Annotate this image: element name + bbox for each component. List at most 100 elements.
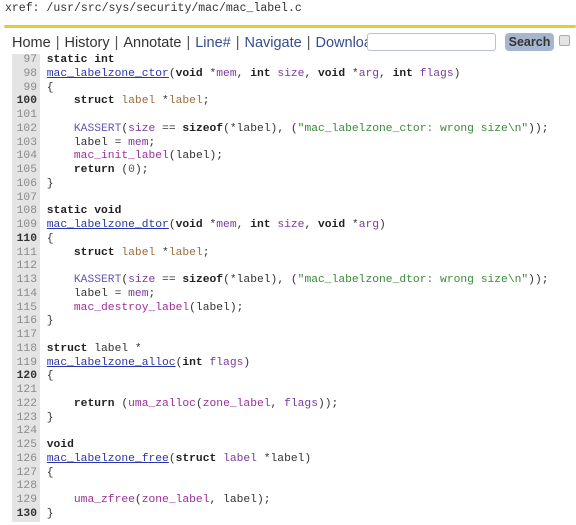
- keyword: return: [73, 164, 115, 176]
- line-number-link[interactable]: 130: [12, 507, 40, 522]
- type-name[interactable]: label: [169, 95, 203, 107]
- identifier[interactable]: flags: [210, 357, 244, 369]
- code-line: 113 KASSERT(size == sizeof(*label), ("ma…: [12, 274, 576, 288]
- nav-history-link[interactable]: History: [64, 35, 109, 51]
- nav-separator: |: [55, 35, 60, 51]
- line-number-link[interactable]: 107: [12, 191, 40, 206]
- code-text: KASSERT(size == sizeof(*label), ("mac_la…: [40, 123, 549, 137]
- line-number-link[interactable]: 113: [12, 274, 40, 288]
- code-fragment: (label);: [168, 150, 224, 163]
- line-number-link[interactable]: 129: [12, 494, 40, 508]
- line-number-link[interactable]: 109: [12, 219, 40, 233]
- function-definition-link[interactable]: mac_labelzone_alloc: [47, 357, 176, 369]
- macro-name[interactable]: KASSERT: [74, 123, 121, 135]
- function-call[interactable]: zone_label: [203, 398, 271, 410]
- code-fragment: *: [202, 219, 217, 231]
- identifier[interactable]: arg: [359, 68, 379, 80]
- line-number-link[interactable]: 108: [12, 205, 40, 219]
- line-number-link[interactable]: 116: [12, 315, 40, 329]
- line-number-link[interactable]: 126: [12, 452, 40, 467]
- code-fragment: }: [46, 507, 54, 520]
- code-fragment: , label);: [209, 494, 271, 506]
- code-text: uma_zfree(zone_label, label);: [40, 494, 271, 508]
- code-line: 121: [12, 384, 576, 398]
- search-option-checkbox[interactable]: [559, 35, 570, 46]
- line-number-link[interactable]: 124: [12, 425, 40, 439]
- nav-line-numbers-link[interactable]: Line#: [195, 35, 230, 51]
- code-line: 101: [12, 109, 576, 123]
- line-number-link[interactable]: 98: [12, 67, 40, 82]
- line-number-link[interactable]: 97: [12, 54, 40, 68]
- type-name[interactable]: label: [121, 95, 155, 107]
- function-definition-link[interactable]: mac_labelzone_free: [47, 453, 169, 465]
- line-number-link[interactable]: 121: [12, 384, 40, 398]
- nav-navigate-link[interactable]: Navigate: [244, 35, 301, 51]
- line-number-link[interactable]: 104: [12, 150, 40, 164]
- code-fragment: ,: [304, 219, 318, 231]
- code-fragment: ): [453, 67, 461, 80]
- code-text: static void: [40, 205, 122, 219]
- identifier[interactable]: mem: [216, 219, 236, 231]
- line-number-link[interactable]: 101: [12, 109, 40, 123]
- type-name[interactable]: label: [121, 247, 155, 259]
- line-number-link[interactable]: 103: [12, 136, 40, 151]
- function-call[interactable]: mac_destroy_label: [74, 302, 189, 314]
- function-definition-link[interactable]: mac_labelzone_ctor: [47, 68, 169, 80]
- code-line: 127 {: [12, 466, 576, 481]
- line-number-link[interactable]: 112: [12, 260, 40, 274]
- line-number-link[interactable]: 122: [12, 397, 40, 412]
- code-fragment: ): [379, 219, 386, 231]
- function-call[interactable]: uma_zalloc: [128, 398, 196, 410]
- function-call[interactable]: zone_label: [142, 494, 210, 506]
- code-text: }: [40, 315, 54, 329]
- nav-separator: |: [235, 35, 240, 51]
- search-button[interactable]: Search: [505, 33, 554, 51]
- identifier[interactable]: size: [128, 123, 155, 135]
- line-number-link[interactable]: 120: [12, 370, 40, 384]
- line-number-link[interactable]: 100: [12, 95, 40, 109]
- line-number-link[interactable]: 119: [12, 356, 40, 371]
- line-number-link[interactable]: 114: [12, 287, 40, 302]
- code-fragment: (: [168, 452, 176, 465]
- identifier[interactable]: size: [128, 274, 155, 286]
- function-call[interactable]: uma_zfree: [74, 494, 135, 506]
- code-fragment: [47, 164, 74, 176]
- identifier[interactable]: label: [223, 453, 257, 465]
- line-number-link[interactable]: 115: [12, 301, 40, 316]
- line-number-link[interactable]: 128: [12, 480, 40, 494]
- identifier[interactable]: size: [277, 219, 304, 231]
- line-number-link[interactable]: 125: [12, 439, 40, 453]
- identifier[interactable]: mem: [128, 288, 148, 300]
- search-input[interactable]: [367, 33, 496, 51]
- function-definition-link[interactable]: mac_labelzone_dtor: [47, 219, 169, 231]
- line-number-link[interactable]: 118: [12, 342, 40, 357]
- identifier[interactable]: mem: [128, 137, 148, 149]
- line-number-link[interactable]: 102: [12, 122, 40, 137]
- line-number-link[interactable]: 110: [12, 232, 40, 247]
- identifier[interactable]: arg: [359, 219, 379, 231]
- line-number-link[interactable]: 123: [12, 411, 40, 426]
- line-number-link[interactable]: 105: [12, 164, 40, 178]
- line-number-link[interactable]: 117: [12, 329, 40, 343]
- code-fragment: ==: [155, 274, 183, 286]
- code-line: 112: [12, 260, 576, 274]
- identifier[interactable]: flags: [420, 68, 454, 80]
- type-name[interactable]: label: [169, 247, 203, 259]
- line-number-link[interactable]: 106: [12, 177, 40, 192]
- nav-home-link[interactable]: Home: [12, 35, 51, 51]
- identifier[interactable]: mem: [216, 68, 236, 80]
- line-number-link[interactable]: 111: [12, 246, 40, 261]
- nav-annotate-link[interactable]: Annotate: [123, 35, 181, 51]
- identifier[interactable]: flags: [284, 398, 318, 410]
- code-fragment: (: [134, 494, 142, 506]
- line-number-link[interactable]: 127: [12, 466, 40, 481]
- macro-name[interactable]: KASSERT: [74, 274, 121, 286]
- function-call[interactable]: mac_init_label: [74, 150, 169, 162]
- identifier[interactable]: size: [277, 68, 304, 80]
- code-line: 102 KASSERT(size == sizeof(*label), ("ma…: [12, 122, 576, 137]
- keyword: sizeof: [182, 122, 224, 135]
- code-fragment: ;: [148, 287, 156, 300]
- code-fragment: (: [168, 219, 176, 231]
- code-line: 104 mac_init_label(label);: [12, 150, 576, 164]
- line-number-link[interactable]: 99: [12, 81, 40, 96]
